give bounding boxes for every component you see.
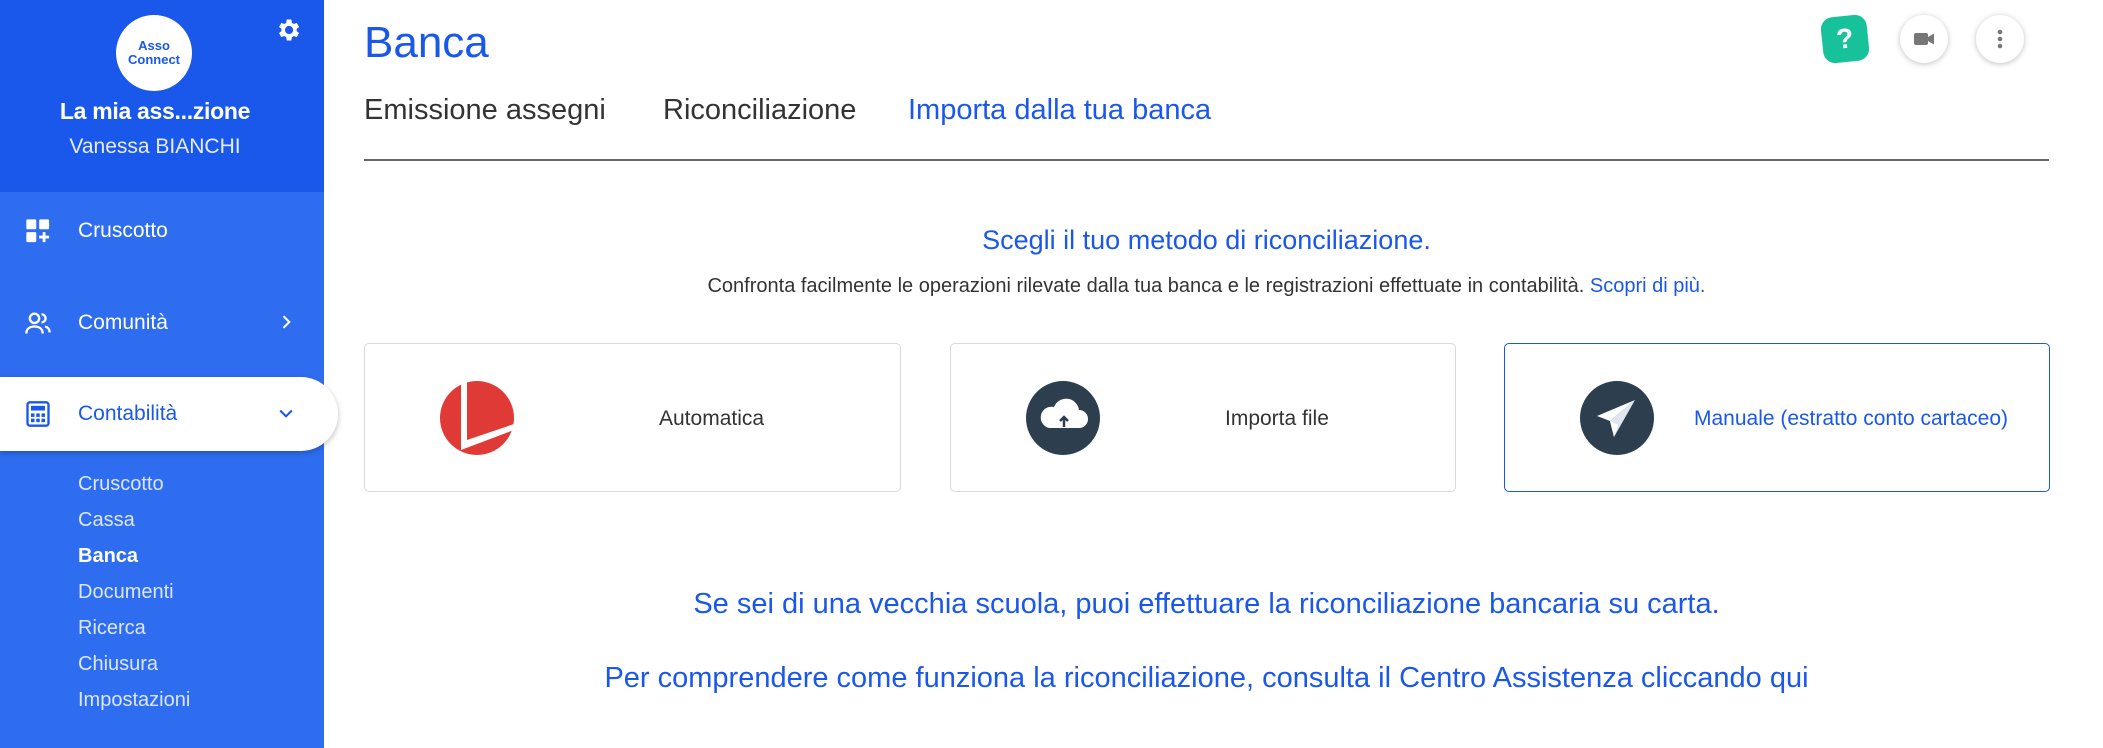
method-card-importa-file[interactable]: Importa file bbox=[950, 343, 1456, 492]
section-description: Confronta facilmente le operazioni rilev… bbox=[364, 275, 2049, 298]
nav-item-contabilita[interactable]: Contabilità bbox=[0, 377, 338, 451]
subnav-item-cassa[interactable]: Cassa bbox=[78, 502, 190, 538]
subnav: Cruscotto Cassa Banca Documenti Ricerca … bbox=[78, 466, 190, 718]
tab-emissione-assegni[interactable]: Emissione assegni bbox=[364, 94, 606, 127]
tab-importa-dalla-tua-banca[interactable]: Importa dalla tua banca bbox=[908, 94, 1211, 127]
logo-line-2: Connect bbox=[128, 52, 180, 67]
nav-label: Cruscotto bbox=[78, 219, 168, 242]
help-button[interactable]: ? bbox=[1819, 13, 1871, 65]
video-button[interactable] bbox=[1900, 15, 1948, 63]
video-camera-icon bbox=[1914, 33, 1934, 45]
card-label: Automatica bbox=[659, 407, 765, 430]
nav-label: Contabilità bbox=[78, 402, 178, 425]
card-label: Manuale (estratto conto cartaceo) bbox=[1694, 407, 2008, 430]
user-name: Vanessa BIANCHI bbox=[69, 135, 241, 158]
tabs-divider bbox=[364, 159, 2049, 161]
nav-item-comunita[interactable]: Comunità bbox=[0, 286, 324, 360]
gear-icon[interactable] bbox=[274, 16, 302, 44]
bank-logo-icon bbox=[440, 381, 514, 455]
page-title: Banca bbox=[364, 18, 489, 67]
sidebar-header: Asso Connect La mia ass...zione Vanessa … bbox=[0, 0, 324, 192]
tab-riconciliazione[interactable]: Riconciliazione bbox=[663, 94, 856, 127]
sidebar: Asso Connect La mia ass...zione Vanessa … bbox=[0, 0, 338, 748]
people-icon bbox=[25, 312, 51, 334]
subnav-item-ricerca[interactable]: Ricerca bbox=[78, 610, 190, 646]
dashboard-icon bbox=[26, 219, 50, 243]
subnav-item-chiusura[interactable]: Chiusura bbox=[78, 646, 190, 682]
vertical-dots-icon bbox=[1997, 29, 2003, 49]
description-text: Confronta facilmente le operazioni rilev… bbox=[707, 275, 1585, 297]
nav-label: Comunità bbox=[78, 311, 168, 334]
method-card-automatica[interactable]: Automatica bbox=[364, 343, 901, 492]
calculator-icon bbox=[26, 401, 50, 427]
more-options-button[interactable] bbox=[1976, 15, 2024, 63]
paper-plane-icon bbox=[1580, 381, 1654, 455]
help-center-link[interactable]: Per comprendere come funziona la riconci… bbox=[364, 662, 2049, 695]
section-headline: Scegli il tuo metodo di riconciliazione. bbox=[982, 225, 1431, 255]
subnav-item-impostazioni[interactable]: Impostazioni bbox=[78, 682, 190, 718]
cloud-upload-icon bbox=[1026, 381, 1100, 455]
logo-line-1: Asso bbox=[138, 38, 170, 53]
card-label: Importa file bbox=[1225, 407, 1329, 430]
subnav-item-banca[interactable]: Banca bbox=[78, 538, 190, 574]
assoconnect-logo[interactable]: Asso Connect bbox=[116, 15, 192, 91]
organization-name[interactable]: La mia ass...zione bbox=[0, 98, 310, 125]
subnav-item-cruscotto[interactable]: Cruscotto bbox=[78, 466, 190, 502]
subnav-item-documenti[interactable]: Documenti bbox=[78, 574, 190, 610]
nav-item-cruscotto[interactable]: Cruscotto bbox=[0, 194, 324, 268]
paper-reconciliation-link[interactable]: Se sei di una vecchia scuola, puoi effet… bbox=[364, 588, 2049, 621]
learn-more-link[interactable]: Scopri di più. bbox=[1590, 275, 1706, 297]
chevron-right-icon bbox=[282, 315, 291, 329]
chevron-down-icon bbox=[279, 409, 293, 418]
method-card-manuale[interactable]: Manuale (estratto conto cartaceo) bbox=[1504, 343, 2050, 492]
